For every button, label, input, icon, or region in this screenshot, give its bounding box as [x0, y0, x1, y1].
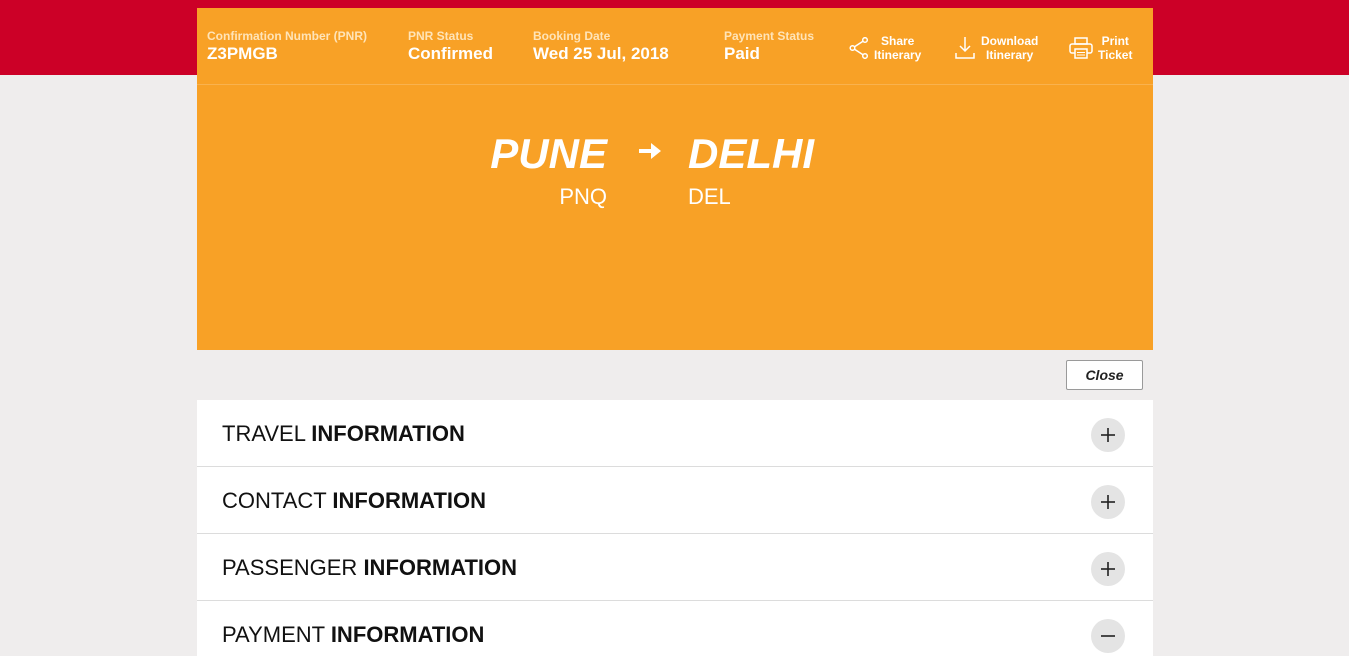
section-title: PASSENGER INFORMATION — [222, 555, 518, 580]
share-itinerary-button[interactable]: Share Itinerary — [849, 34, 921, 62]
booking-date-label: Booking Date — [533, 29, 611, 43]
pnr-block: Confirmation Number (PNR) Z3PMGB — [207, 29, 367, 64]
pnr-label: Confirmation Number (PNR) — [207, 29, 367, 43]
collapse-toggle[interactable] — [1091, 619, 1125, 653]
print-ticket-button[interactable]: Print Ticket — [1069, 34, 1132, 62]
print-ticket-label: Print Ticket — [1098, 34, 1133, 62]
plus-icon — [1101, 428, 1115, 442]
download-icon — [955, 37, 975, 59]
destination-city: DELHI — [688, 130, 814, 177]
booking-summary-card: Confirmation Number (PNR) Z3PMGB PNR Sta… — [197, 8, 1153, 350]
expand-toggle[interactable] — [1091, 418, 1125, 452]
booking-info-bar: Confirmation Number (PNR) Z3PMGB PNR Sta… — [197, 8, 1153, 85]
printer-icon — [1069, 37, 1093, 59]
pnr-status-value: Confirmed — [408, 44, 493, 63]
expand-toggle[interactable] — [1091, 552, 1125, 586]
pnr-status-label: PNR Status — [408, 29, 474, 43]
section-title: TRAVEL INFORMATION — [222, 421, 465, 446]
booking-date-value: Wed 25 Jul, 2018 — [533, 44, 669, 63]
travel-information-section[interactable]: TRAVEL INFORMATION — [197, 400, 1153, 467]
share-itinerary-label: Share Itinerary — [874, 34, 922, 62]
passenger-information-section[interactable]: PASSENGER INFORMATION — [197, 534, 1153, 601]
section-title: PAYMENT INFORMATION — [222, 622, 485, 647]
origin-code: PNQ — [559, 184, 607, 209]
destination-code: DEL — [688, 184, 731, 209]
pnr-value: Z3PMGB — [207, 44, 278, 63]
download-itinerary-button[interactable]: Download Itinerary — [954, 34, 1038, 62]
section-title: CONTACT INFORMATION — [222, 488, 486, 513]
plus-icon — [1101, 495, 1115, 509]
payment-status-value: Paid — [724, 44, 760, 63]
close-button[interactable]: Close — [1066, 360, 1143, 390]
plus-icon — [1101, 562, 1115, 576]
contact-information-section[interactable]: CONTACT INFORMATION — [197, 467, 1153, 534]
booking-date-block: Booking Date Wed 25 Jul, 2018 — [533, 29, 669, 64]
pnr-status-block: PNR Status Confirmed — [408, 29, 493, 64]
download-itinerary-label: Download Itinerary — [981, 34, 1039, 62]
share-icon — [849, 37, 869, 59]
payment-information-section[interactable]: PAYMENT INFORMATION — [197, 601, 1153, 656]
origin-city: PUNE — [490, 130, 607, 177]
arrow-right-icon — [639, 143, 661, 159]
minus-icon — [1101, 635, 1115, 637]
payment-status-block: Payment Status Paid — [724, 29, 814, 64]
payment-status-label: Payment Status — [724, 29, 815, 43]
expand-toggle[interactable] — [1091, 485, 1125, 519]
